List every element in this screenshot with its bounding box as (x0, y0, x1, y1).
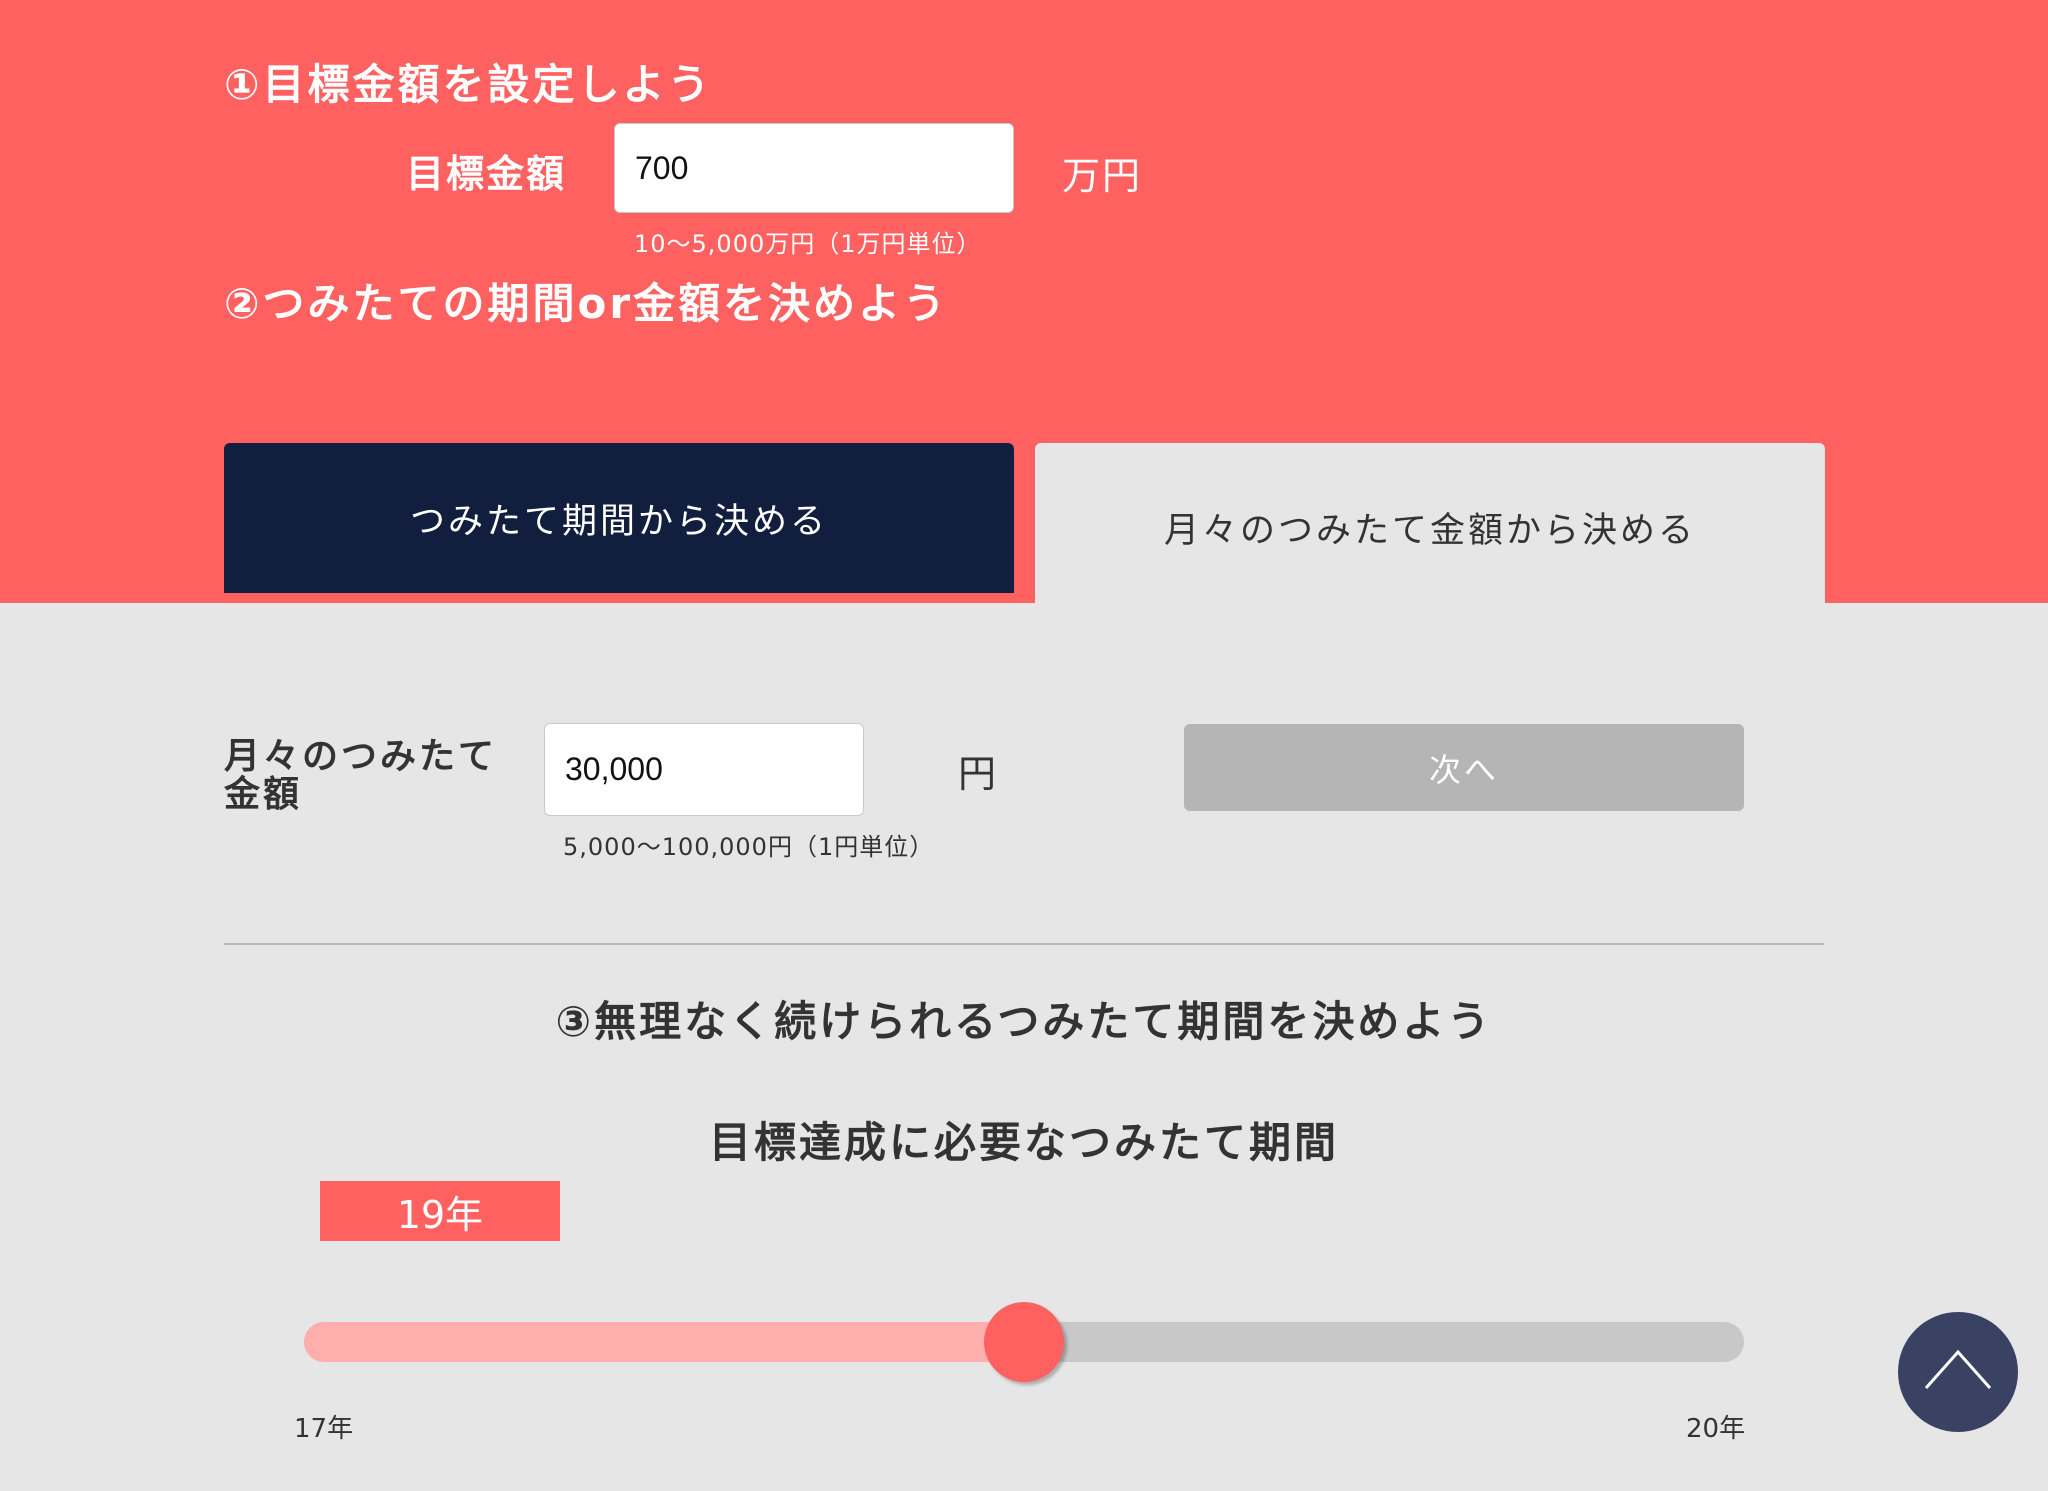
back-to-top-button[interactable] (1898, 1312, 2018, 1432)
target-amount-input[interactable] (614, 123, 1014, 213)
slider-value-badge: 19年 (320, 1181, 560, 1241)
slider-max-label: 20年 (1686, 1414, 1746, 1444)
target-amount-unit: 万円 (1062, 154, 1143, 198)
monthly-amount-label: 月々のつみたて 金額 (224, 738, 497, 814)
slider-min-label: 17年 (294, 1414, 354, 1444)
target-amount-hint: 10〜5,000万円（1万円単位） (634, 230, 982, 258)
divider (224, 943, 1824, 945)
required-period-heading: 目標達成に必要なつみたて期間 (708, 1118, 1339, 1167)
step1-title: ①目標金額を設定しよう (224, 60, 713, 109)
step3-title: ③無理なく続けられるつみたて期間を決めよう (555, 997, 1493, 1046)
chevron-up-icon (1924, 1349, 1992, 1389)
next-button[interactable]: 次へ (1184, 724, 1744, 811)
monthly-amount-label-line2: 金額 (224, 773, 303, 815)
monthly-amount-input[interactable] (544, 723, 864, 816)
tab-by-period[interactable]: つみたて期間から決める (224, 443, 1014, 593)
monthly-amount-unit: 円 (958, 752, 1000, 796)
target-amount-label: 目標金額 (406, 152, 567, 196)
tab-by-monthly-amount[interactable]: 月々のつみたて金額から決める (1035, 443, 1825, 603)
monthly-amount-label-line1: 月々のつみたて (224, 736, 498, 777)
period-slider-thumb[interactable] (984, 1302, 1064, 1382)
step2-title: ②つみたての期間or金額を決めよう (224, 279, 949, 328)
period-slider-fill (304, 1322, 1024, 1362)
monthly-amount-hint: 5,000〜100,000円（1円単位） (563, 833, 935, 861)
